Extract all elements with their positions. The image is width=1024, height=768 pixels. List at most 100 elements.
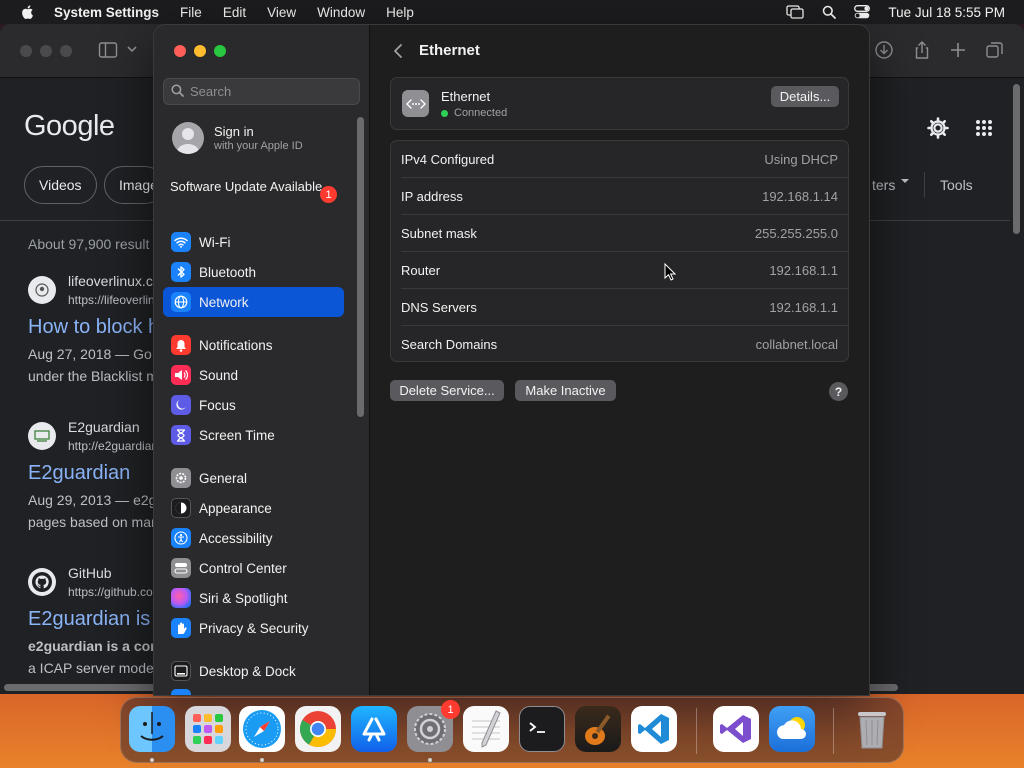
apps-grid-icon[interactable] [975, 119, 993, 142]
filters-divider [924, 172, 925, 198]
browser-minimize-button[interactable] [40, 45, 52, 57]
bell-icon [171, 335, 191, 355]
screen-mirroring-icon[interactable] [786, 5, 805, 19]
chevron-left-icon [394, 44, 402, 58]
control-center-icon[interactable] [854, 5, 871, 19]
sidebar-item-accessibility[interactable]: Accessibility [163, 523, 344, 553]
dock-separator [833, 708, 834, 754]
search-input[interactable] [190, 84, 350, 99]
dock-textedit-icon[interactable] [463, 706, 509, 752]
dock-finder-icon[interactable] [129, 706, 175, 752]
dock-app-store-icon[interactable] [351, 706, 397, 752]
result-1-site: lifeoverlinux.c [68, 273, 153, 289]
result-3-title[interactable]: E2guardian is [28, 608, 150, 631]
delete-service-button[interactable]: Delete Service... [390, 380, 504, 401]
sidebar-item-privacy-security[interactable]: Privacy & Security [163, 613, 344, 643]
sidebar-item-desktop-dock[interactable]: Desktop & Dock [163, 656, 344, 686]
back-button[interactable] [388, 41, 408, 61]
browser-vertical-scrollbar[interactable] [1013, 84, 1020, 234]
info-row-value: Using DHCP [764, 152, 838, 167]
software-update-badge: 1 [320, 186, 337, 203]
sidebar-scrollbar[interactable] [357, 117, 364, 417]
info-row-ipv4: IPv4 Configured Using DHCP [391, 141, 848, 178]
sidebar-item-bluetooth[interactable]: Bluetooth [163, 257, 344, 287]
chip-videos[interactable]: Videos [24, 166, 97, 204]
dock-running-indicator [150, 758, 154, 762]
result-2-url: http://e2guardiar [68, 439, 156, 453]
sidebar-item-label: Appearance [199, 500, 272, 516]
dock-vscode-icon[interactable] [631, 706, 677, 752]
info-row-dns-servers: DNS Servers 192.168.1.1 [391, 289, 848, 326]
info-row-label: IPv4 Configured [401, 152, 495, 167]
dock-garageband-icon[interactable] [575, 706, 621, 752]
dock-visual-studio-icon[interactable] [713, 706, 759, 752]
accessibility-icon [171, 528, 191, 548]
sidebar-item-network[interactable]: Network [163, 287, 344, 317]
google-logo[interactable]: Google [24, 110, 115, 143]
dock-separator [696, 708, 697, 754]
speaker-icon [171, 365, 191, 385]
menu-clock[interactable]: Tue Jul 18 5:55 PM [888, 5, 1005, 20]
service-status-label: Connected [454, 107, 508, 119]
chevron-down-icon[interactable] [126, 42, 138, 61]
menu-view[interactable]: View [267, 5, 296, 20]
apple-id-sign-in[interactable]: Sign in with your Apple ID [172, 122, 303, 154]
tab-overview-icon[interactable] [985, 40, 1005, 65]
make-inactive-button[interactable]: Make Inactive [515, 380, 616, 401]
filters-dropdown-icon[interactable] [899, 174, 911, 190]
dock-running-indicator [260, 758, 264, 762]
new-tab-icon[interactable] [948, 40, 968, 65]
menu-app-name[interactable]: System Settings [54, 5, 159, 20]
browser-close-button[interactable] [20, 45, 32, 57]
window-zoom-button[interactable] [214, 45, 226, 57]
result-2-title[interactable]: E2guardian [28, 462, 130, 485]
details-button[interactable]: Details... [771, 86, 839, 107]
dock-launchpad-icon[interactable] [185, 706, 231, 752]
settings-gear-icon[interactable] [926, 116, 950, 145]
sidebar-item-label: Wi-Fi [199, 234, 231, 250]
sidebar-item-siri-spotlight[interactable]: Siri & Spotlight [163, 583, 344, 613]
menu-help[interactable]: Help [386, 5, 414, 20]
window-close-button[interactable] [174, 45, 186, 57]
sidebar-toggle-icon[interactable] [98, 40, 118, 65]
window-minimize-button[interactable] [194, 45, 206, 57]
share-icon[interactable] [912, 40, 932, 65]
sidebar-item-screen-time[interactable]: Screen Time [163, 420, 344, 450]
sign-in-label: Sign in [214, 124, 254, 139]
sidebar-item-focus[interactable]: Focus [163, 390, 344, 420]
software-update-item[interactable]: Software Update Available [170, 179, 340, 195]
sidebar-item-appearance[interactable]: Appearance [163, 493, 344, 523]
sidebar-item-sound[interactable]: Sound [163, 360, 344, 390]
dock-running-indicator [428, 758, 432, 762]
menu-edit[interactable]: Edit [223, 5, 246, 20]
dock-weather-icon[interactable] [769, 706, 815, 752]
sidebar-item-label: Siri & Spotlight [199, 590, 288, 606]
tools-button[interactable]: Tools [940, 177, 973, 193]
browser-zoom-button[interactable] [60, 45, 72, 57]
sidebar-item-control-center[interactable]: Control Center [163, 553, 344, 583]
filters-label[interactable]: ters [872, 177, 895, 193]
spotlight-search-icon[interactable] [822, 5, 837, 19]
sidebar-item-label: General [199, 470, 248, 486]
mouse-pointer-icon [664, 262, 677, 286]
result-1-title[interactable]: How to block h [28, 316, 159, 339]
dock-chrome-icon[interactable] [295, 706, 341, 752]
sidebar-item-label: Desktop & Dock [199, 663, 296, 679]
service-card: Ethernet Connected Details... [390, 77, 849, 130]
result-3-site: GitHub [68, 565, 112, 581]
dock-terminal-icon[interactable] [519, 706, 565, 752]
menu-file[interactable]: File [180, 5, 202, 20]
download-icon[interactable] [874, 40, 894, 65]
sidebar-search[interactable] [163, 78, 360, 105]
sidebar-item-label: Focus [199, 397, 236, 413]
sidebar-item-general[interactable]: General [163, 463, 344, 493]
help-button[interactable]: ? [829, 382, 848, 401]
sidebar-item-label: Screen Time [199, 427, 275, 443]
menu-window[interactable]: Window [317, 5, 365, 20]
sidebar-item-notifications[interactable]: Notifications [163, 330, 344, 360]
apple-menu-icon[interactable] [20, 4, 36, 20]
appearance-icon [171, 498, 191, 518]
sidebar-item-wifi[interactable]: Wi-Fi [163, 227, 344, 257]
dock-trash-icon[interactable] [849, 706, 895, 752]
dock-safari-icon[interactable] [239, 706, 285, 752]
